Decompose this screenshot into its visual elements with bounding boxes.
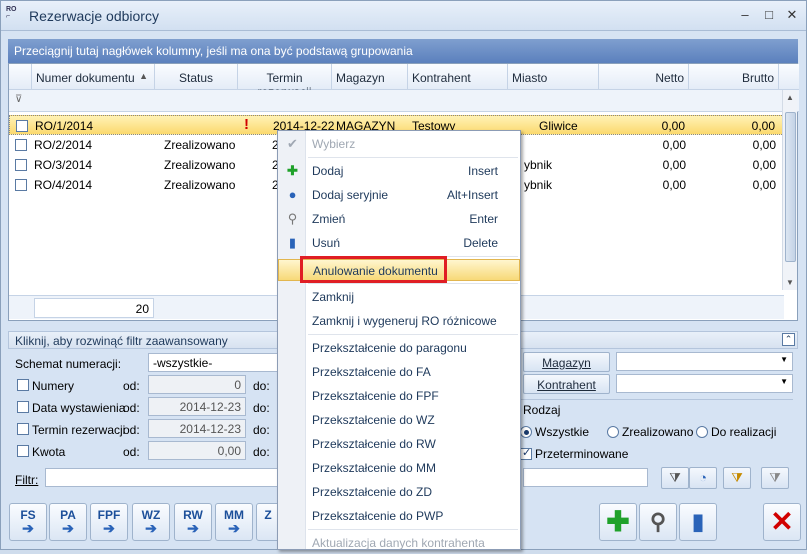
menu-item-zamknij-ro[interactable]: Zamknij i wygeneruj RO różnicowe bbox=[278, 310, 520, 332]
col-kontrahent[interactable]: Kontrahent bbox=[408, 64, 508, 90]
context-menu: ✔ Wybierz ✚ Dodaj Insert ● Dodaj seryjnie Alt… bbox=[277, 130, 521, 550]
col-termin[interactable]: Termin rezerwacji bbox=[238, 64, 332, 99]
filter-funnel-icon[interactable]: ⧩ bbox=[661, 467, 689, 489]
add-series-icon: ● bbox=[288, 187, 297, 202]
fs-button[interactable]: FS ➔ bbox=[9, 503, 47, 541]
edit-icon: ⚲ bbox=[287, 211, 298, 226]
filter-refresh-icon[interactable]: ◔ bbox=[689, 467, 717, 489]
termin-od-field[interactable]: 2014-12-23 bbox=[148, 419, 246, 438]
menu-item-usun[interactable]: ▮ Usuń Delete bbox=[278, 232, 520, 254]
sort-asc-icon: ▲ bbox=[139, 71, 148, 81]
magazyn-select[interactable]: ▼ bbox=[616, 352, 793, 371]
pa-button[interactable]: PA ➔ bbox=[49, 503, 87, 541]
close-window-icon[interactable]: ✕ bbox=[763, 503, 801, 541]
filter-row-icon: ⊽ bbox=[15, 94, 23, 105]
check-icon: ✔ bbox=[287, 136, 298, 151]
add-icon[interactable]: ✚ bbox=[599, 503, 637, 541]
grid-scrollbar[interactable]: ▲ ▼ bbox=[782, 90, 797, 290]
menu-item-paragon[interactable]: Przekształcenie do paragonu bbox=[278, 337, 520, 359]
delete-bin-icon[interactable]: ▮ bbox=[679, 503, 717, 541]
radio-wszystkie[interactable] bbox=[520, 426, 532, 438]
scroll-thumb[interactable] bbox=[785, 112, 796, 262]
col-magazyn[interactable]: Magazyn bbox=[332, 64, 408, 90]
magazyn-button[interactable]: Magazyn bbox=[523, 352, 610, 372]
filter-input[interactable] bbox=[45, 468, 280, 487]
menu-item-wybierz[interactable]: ✔ Wybierz bbox=[278, 133, 520, 155]
schemat-label: Schemat numeracji: bbox=[15, 357, 122, 371]
title-bar: RO ⌐ Rezerwacje odbiorcy – □ ✕ bbox=[1, 1, 806, 31]
data-wystawienia-checkbox[interactable] bbox=[17, 401, 29, 413]
scroll-up-icon[interactable]: ▲ bbox=[786, 93, 794, 102]
wz-button[interactable]: WZ ➔ bbox=[132, 503, 170, 541]
termin-checkbox[interactable] bbox=[17, 423, 29, 435]
mm-button[interactable]: MM ➔ bbox=[215, 503, 253, 541]
scroll-down-icon[interactable]: ▼ bbox=[786, 278, 794, 287]
numery-od-field[interactable]: 0 bbox=[148, 375, 246, 394]
menu-item-fpf[interactable]: Przekształcenie do FPF bbox=[278, 385, 520, 407]
menu-item-dodaj-seryjnie[interactable]: ● Dodaj seryjnie Alt+Insert bbox=[278, 184, 520, 206]
add-icon: ✚ bbox=[287, 163, 298, 178]
menu-item-mm[interactable]: Przekształcenie do MM bbox=[278, 457, 520, 479]
rw-button[interactable]: RW ➔ bbox=[174, 503, 212, 541]
menu-item-aktualizacja[interactable]: Aktualizacja danych kontrahenta bbox=[278, 532, 520, 554]
row-checkbox[interactable] bbox=[15, 179, 27, 191]
data-od-field[interactable]: 2014-12-23 bbox=[148, 397, 246, 416]
overdue-flag-icon: ! bbox=[244, 116, 249, 133]
col-netto[interactable]: Netto bbox=[599, 64, 689, 90]
highlight-box bbox=[300, 256, 447, 283]
fpf-button[interactable]: FPF ➔ bbox=[90, 503, 128, 541]
col-miasto[interactable]: Miasto bbox=[508, 64, 599, 90]
menu-item-wz[interactable]: Przekształcenie do WZ bbox=[278, 409, 520, 431]
menu-item-dodaj[interactable]: ✚ Dodaj Insert bbox=[278, 160, 520, 182]
kwota-od-field[interactable]: 0,00 bbox=[148, 441, 246, 460]
minimize-icon[interactable]: – bbox=[734, 7, 756, 23]
col-brutto[interactable]: Brutto bbox=[689, 64, 779, 90]
col-status[interactable]: Status bbox=[155, 64, 238, 90]
close-icon[interactable]: ✕ bbox=[781, 7, 803, 23]
col-select bbox=[9, 64, 32, 90]
menu-item-rw[interactable]: Przekształcenie do RW bbox=[278, 433, 520, 455]
numery-checkbox[interactable] bbox=[17, 379, 29, 391]
row-checkbox[interactable] bbox=[16, 120, 28, 132]
collapse-icon[interactable]: ⌃ bbox=[782, 333, 795, 346]
menu-item-fa[interactable]: Przekształcenie do FA bbox=[278, 361, 520, 383]
przeterminowane-checkbox[interactable] bbox=[520, 446, 532, 460]
menu-item-zd[interactable]: Przekształcenie do ZD bbox=[278, 481, 520, 503]
filter-row[interactable]: ⊽ bbox=[9, 90, 799, 112]
delete-icon: ▮ bbox=[288, 235, 297, 250]
clear-filter-icon[interactable]: ⧩ bbox=[761, 467, 789, 489]
row-checkbox[interactable] bbox=[15, 139, 27, 151]
filter-input-right[interactable] bbox=[523, 468, 648, 487]
app-icon: RO ⌐ bbox=[6, 6, 17, 20]
menu-item-pwp[interactable]: Przekształcenie do PWP bbox=[278, 505, 520, 527]
maximize-icon[interactable]: □ bbox=[758, 7, 780, 23]
radio-do-realizacji[interactable] bbox=[696, 426, 708, 438]
schemat-select[interactable]: -wszystkie- bbox=[148, 353, 283, 372]
window-title: Rezerwacje odbiorcy bbox=[29, 8, 159, 24]
kontrahent-select[interactable]: ▼ bbox=[616, 374, 793, 393]
edit-magnifier-icon[interactable]: ⚲ bbox=[639, 503, 677, 541]
filter-builder-icon[interactable]: ⧩ bbox=[723, 467, 751, 489]
radio-zrealizowano[interactable] bbox=[607, 426, 619, 438]
row-checkbox[interactable] bbox=[15, 159, 27, 171]
group-by-area[interactable]: Przeciągnij tutaj nagłówek kolumny, jeśl… bbox=[8, 39, 798, 63]
menu-item-zamknij[interactable]: Zamknij bbox=[278, 286, 520, 308]
kontrahent-button[interactable]: Kontrahent bbox=[523, 374, 610, 394]
col-numer[interactable]: Numer dokumentu ▲ bbox=[32, 64, 155, 90]
kwota-checkbox[interactable] bbox=[17, 445, 29, 457]
row-count: 20 bbox=[34, 298, 154, 318]
menu-item-zmien[interactable]: ⚲ Zmień Enter bbox=[278, 208, 520, 230]
